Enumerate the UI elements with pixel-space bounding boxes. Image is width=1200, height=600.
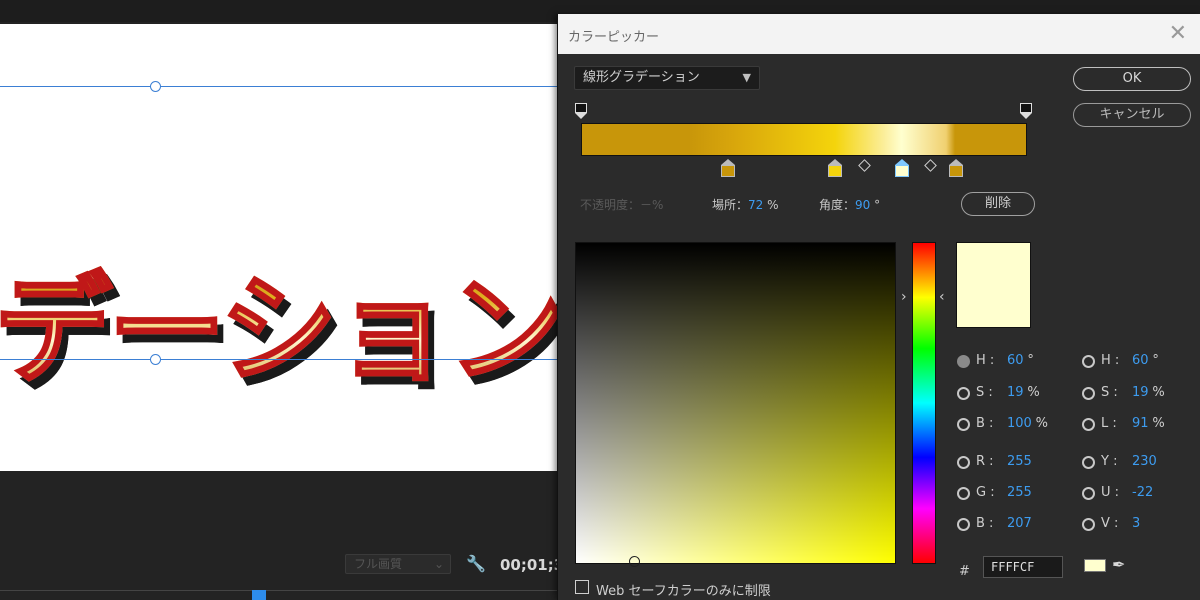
cancel-button[interactable]: キャンセル: [1073, 103, 1191, 127]
field-value[interactable]: 60: [1007, 353, 1024, 368]
angle-readout: 角度：90 °: [819, 196, 880, 213]
color-mode-radio-right-u[interactable]: [1082, 487, 1095, 500]
field-unit: %: [1035, 416, 1048, 431]
field-label: G :: [976, 485, 995, 500]
opacity-stop-left[interactable]: [575, 103, 587, 119]
color-field-marker[interactable]: [629, 556, 640, 567]
gradient-preview-bar[interactable]: [581, 123, 1027, 156]
chevron-right-icon: ›: [901, 289, 907, 305]
color-stop[interactable]: [721, 159, 736, 177]
color-mode-radio-right-h[interactable]: [1082, 355, 1095, 368]
color-mode-radio-left-b[interactable]: [957, 418, 970, 431]
web-safe-label: Web セーフカラーのみに制限: [596, 584, 771, 599]
field-value[interactable]: 100: [1007, 416, 1032, 431]
angle-value[interactable]: 90: [855, 198, 870, 212]
field-label: U :: [1101, 485, 1120, 500]
dialog-title: カラーピッカー: [568, 30, 660, 45]
playhead[interactable]: [252, 590, 266, 600]
eyedropper-icon[interactable]: ✒: [1112, 555, 1125, 574]
field-label: L :: [1101, 416, 1117, 431]
color-mode-radio-left-r[interactable]: [957, 456, 970, 469]
field-label: H :: [976, 353, 995, 368]
gradient-type-value: 線形グラデーション: [583, 70, 700, 85]
field-label: H :: [1101, 353, 1120, 368]
opacity-stop-right[interactable]: [1020, 103, 1032, 119]
location-label: 場所：: [712, 198, 749, 212]
color-mode-radio-left-b[interactable]: [957, 518, 970, 531]
midpoint-diamond[interactable]: [858, 159, 871, 172]
gradient-type-select[interactable]: 線形グラデーション ▼: [574, 66, 760, 90]
guide-line-top: [0, 86, 560, 87]
web-safe-checkbox[interactable]: [575, 580, 589, 594]
field-unit: %: [1152, 385, 1165, 400]
hue-slider[interactable]: [912, 242, 936, 564]
field-label: B :: [976, 416, 994, 431]
dialog-titlebar: カラーピッカー ✕: [558, 14, 1200, 54]
current-color-swatch: [956, 242, 1031, 328]
field-value[interactable]: 91: [1132, 416, 1149, 431]
hex-color-input[interactable]: FFFFCF: [983, 556, 1063, 578]
location-readout: 場所：72 %: [712, 196, 779, 213]
field-value[interactable]: 255: [1007, 485, 1032, 500]
field-value[interactable]: -22: [1132, 485, 1153, 500]
canvas-title-text[interactable]: デーション: [0, 234, 560, 405]
chevron-left-icon: ‹: [939, 289, 945, 305]
angle-label: 角度：: [819, 198, 856, 212]
field-unit: %: [1027, 385, 1040, 400]
delete-stop-button[interactable]: 削除: [961, 192, 1035, 216]
field-value[interactable]: 255: [1007, 454, 1032, 469]
color-picker-dialog: カラーピッカー ✕ 線形グラデーション ▼ OK キャンセル 不透明度：－% 場…: [557, 14, 1200, 600]
color-mode-radio-right-y[interactable]: [1082, 456, 1095, 469]
field-unit: %: [1152, 416, 1165, 431]
playback-quality-select[interactable]: フル画質 ⌄: [345, 554, 451, 574]
ok-button[interactable]: OK: [1073, 67, 1191, 91]
color-mode-radio-right-l[interactable]: [1082, 418, 1095, 431]
field-value[interactable]: 60: [1132, 353, 1149, 368]
timeline-ruler: [0, 590, 560, 591]
field-label: B :: [976, 516, 994, 531]
chevron-down-icon: ▼: [742, 71, 751, 84]
color-stop[interactable]: [828, 159, 843, 177]
color-mode-radio-right-v[interactable]: [1082, 518, 1095, 531]
field-label: S :: [1101, 385, 1118, 400]
field-value[interactable]: 19: [1132, 385, 1149, 400]
color-mode-radio-right-s[interactable]: [1082, 387, 1095, 400]
guide-line-bottom: [0, 359, 560, 360]
field-value[interactable]: 207: [1007, 516, 1032, 531]
program-monitor-canvas[interactable]: デーション: [0, 24, 560, 471]
field-unit: °: [1027, 353, 1034, 368]
close-icon[interactable]: ✕: [1169, 21, 1187, 46]
field-label: R :: [976, 454, 994, 469]
saturation-brightness-field[interactable]: [575, 242, 896, 564]
field-label: V :: [1101, 516, 1119, 531]
field-label: Y :: [1101, 454, 1118, 469]
location-unit: %: [767, 198, 779, 212]
field-label: S :: [976, 385, 993, 400]
color-mode-radio-left-h[interactable]: [957, 355, 970, 368]
location-value[interactable]: 72: [748, 198, 763, 212]
field-unit: °: [1152, 353, 1159, 368]
angle-unit: °: [874, 198, 881, 212]
field-value[interactable]: 19: [1007, 385, 1024, 400]
midpoint-diamond[interactable]: [924, 159, 937, 172]
color-mode-radio-left-s[interactable]: [957, 387, 970, 400]
color-stop[interactable]: [948, 159, 963, 177]
color-stop[interactable]: [895, 159, 910, 177]
monitor-controls: [0, 471, 560, 600]
transform-handle-top[interactable]: [150, 81, 161, 92]
timecode: 00;01;3: [500, 556, 565, 574]
opacity-readout: 不透明度：－%: [580, 198, 664, 212]
transform-handle-bottom[interactable]: [150, 354, 161, 365]
field-value[interactable]: 3: [1132, 516, 1140, 531]
field-value[interactable]: 230: [1132, 454, 1157, 469]
quality-value: フル画質: [354, 557, 403, 571]
color-mode-radio-left-g[interactable]: [957, 487, 970, 500]
hex-hash: #: [959, 564, 970, 579]
color-preview-swatch: [1084, 559, 1106, 572]
wrench-icon[interactable]: 🔧: [466, 554, 486, 573]
chevron-down-icon: ⌄: [433, 557, 444, 571]
